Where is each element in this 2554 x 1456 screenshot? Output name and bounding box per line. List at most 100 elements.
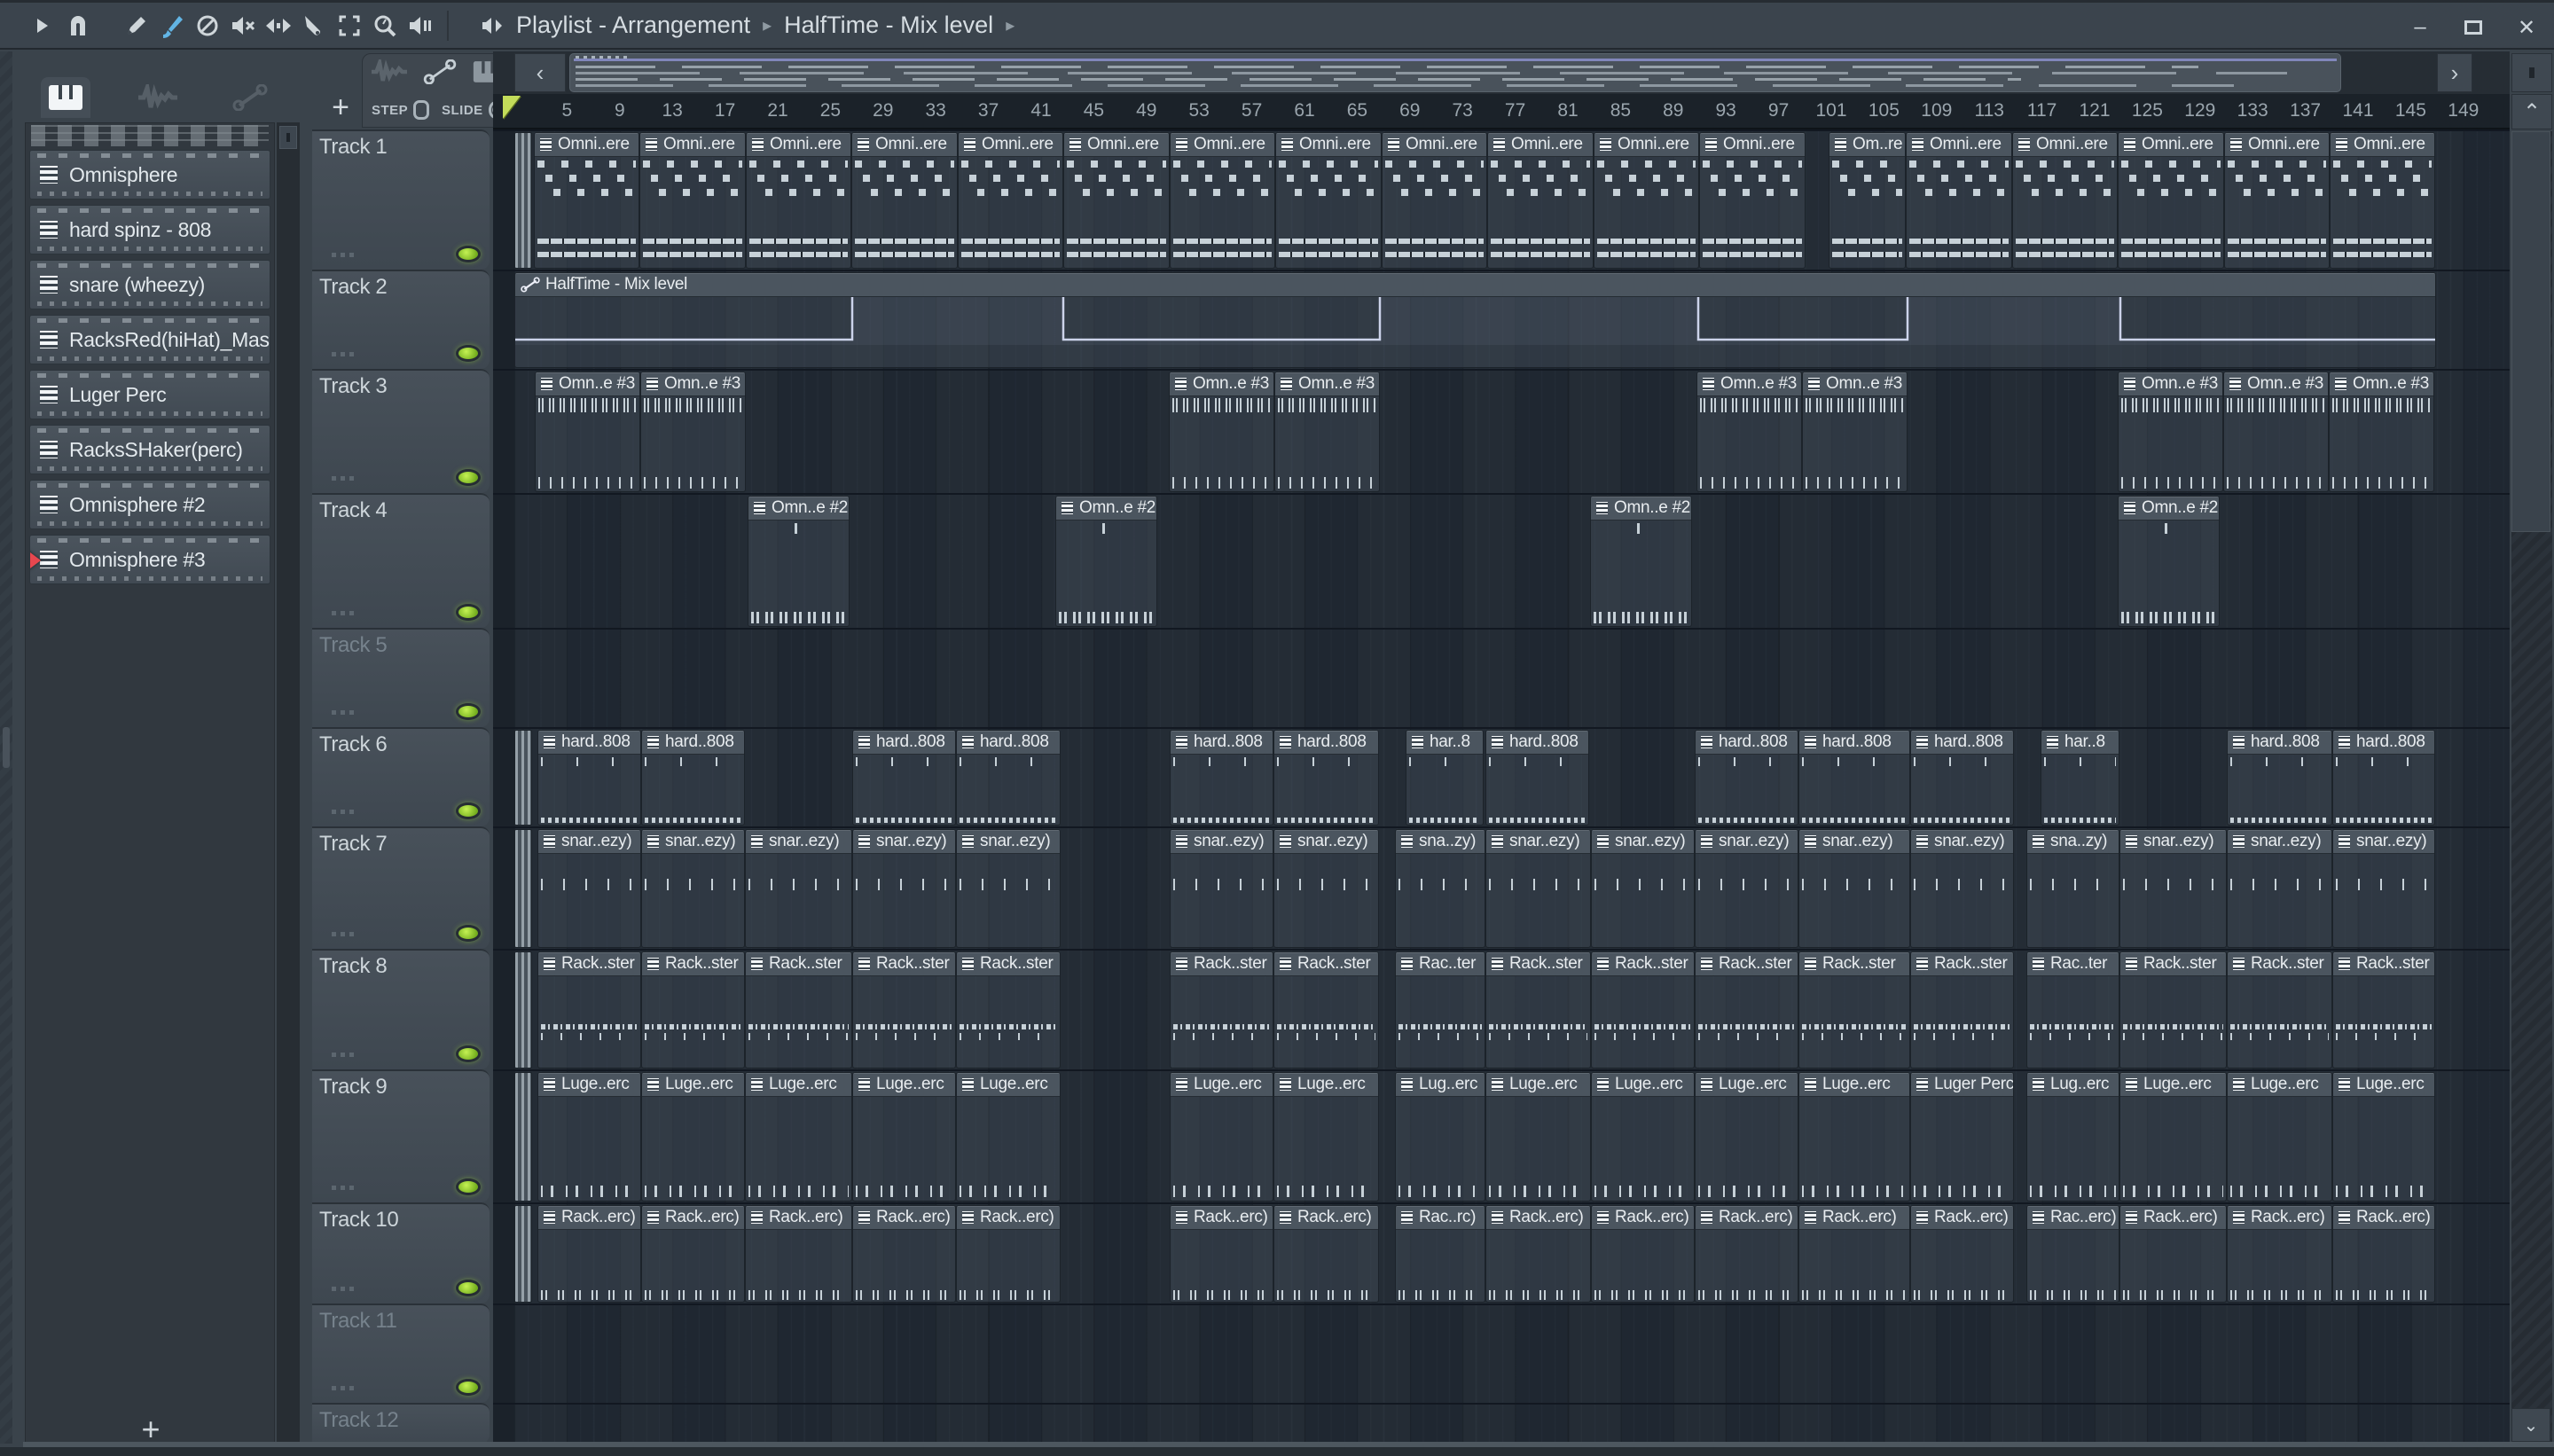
clip-header[interactable]: hard..808	[853, 731, 955, 755]
clip-header[interactable]: Omni..ere	[747, 133, 850, 157]
pattern-clip[interactable]: Omni..ere	[1594, 132, 1699, 269]
clip-header[interactable]: Rack..ster	[1592, 952, 1694, 976]
clip-header[interactable]: snar..ezy)	[1696, 830, 1798, 854]
clip-menu-icon[interactable]	[2031, 956, 2046, 972]
clip-header[interactable]: Luge..erc	[2333, 1073, 2434, 1097]
track-options-dots[interactable]	[332, 352, 358, 356]
track-mute-led[interactable]	[456, 345, 481, 362]
track-header[interactable]: Track 10	[312, 1202, 490, 1303]
clip-menu-icon[interactable]	[542, 734, 557, 750]
pattern-clip[interactable]: sna..zy)	[1395, 829, 1485, 948]
pattern-clip[interactable]: hard..808	[1170, 730, 1273, 826]
pattern-clip[interactable]: Omni..ere	[639, 132, 746, 269]
clip-fragment[interactable]	[514, 1072, 532, 1202]
pattern-clip[interactable]: Luge..erc	[1170, 1072, 1273, 1202]
clip-menu-icon[interactable]	[1806, 376, 1821, 392]
pattern-clip[interactable]: Rack..ster	[1910, 951, 2014, 1069]
clip-menu-icon[interactable]	[1595, 1076, 1610, 1092]
clip-header[interactable]: Rac..rc)	[1396, 1206, 1485, 1230]
track-mute-led[interactable]	[456, 469, 481, 486]
pattern-clip[interactable]: Rack..erc)	[1170, 1205, 1273, 1303]
clip-menu-icon[interactable]	[646, 1076, 661, 1092]
clip-header[interactable]: Rack..ster	[853, 952, 955, 976]
pattern-clip[interactable]: Rack..erc)	[852, 1205, 956, 1303]
clip-header[interactable]: Omn..e #2	[1591, 497, 1691, 521]
pattern-clip[interactable]: Rack..erc)	[1591, 1205, 1695, 1303]
pattern-menu-icon[interactable]	[37, 218, 60, 241]
clip-header[interactable]: snar..ezy)	[957, 830, 1060, 854]
play-icon[interactable]	[25, 8, 60, 43]
clip-menu-icon[interactable]	[1490, 1076, 1505, 1092]
edge-handle[interactable]	[3, 727, 10, 768]
pattern-clip[interactable]: hard..808	[2227, 730, 2332, 826]
clip-header[interactable]: Luger Perc	[1911, 1073, 2013, 1097]
pattern-clip[interactable]: snar..ezy)	[2227, 829, 2332, 948]
pattern-clip[interactable]: Rack..ster	[2332, 951, 2435, 1069]
pattern-clip[interactable]: Omn..e #3	[1274, 372, 1380, 492]
pattern-clip[interactable]: snar..ezy)	[1170, 829, 1273, 948]
clip-menu-icon[interactable]	[1399, 1209, 1414, 1225]
clip-menu-icon[interactable]	[2337, 1209, 2352, 1225]
playhead-marker[interactable]	[503, 96, 521, 119]
scroll-up-button[interactable]: ⌃	[2511, 94, 2552, 129]
clip-header[interactable]: Rack..ster	[642, 952, 744, 976]
clip-header[interactable]: Rack..erc)	[746, 1206, 851, 1230]
track-header[interactable]: Track 3	[312, 369, 490, 493]
clip-menu-icon[interactable]	[1595, 1209, 1610, 1225]
pattern-clip[interactable]: Luge..erc	[852, 1072, 956, 1202]
clip-header[interactable]: hard..808	[2333, 731, 2434, 755]
clip-header[interactable]: Omni..ere	[1700, 133, 1805, 157]
track-mute-led[interactable]	[456, 1178, 481, 1195]
clip-header[interactable]: Rack..erc)	[1486, 1206, 1590, 1230]
clip-menu-icon[interactable]	[644, 137, 659, 153]
clip-header[interactable]: Omni..ere	[1594, 133, 1698, 157]
pattern-menu-icon[interactable]	[37, 328, 60, 351]
clip-header[interactable]: hard..808	[1696, 731, 1798, 755]
clip-header[interactable]: Rack..ster	[2228, 952, 2331, 976]
clip-menu-icon[interactable]	[1060, 500, 1075, 516]
mute-tool-icon[interactable]	[225, 8, 261, 43]
clip-header[interactable]: Rack..erc)	[1274, 1206, 1378, 1230]
clip-header[interactable]: Omni..ere	[852, 133, 957, 157]
breadcrumb-selection[interactable]: HalfTime - Mix level	[784, 12, 993, 39]
clip-menu-icon[interactable]	[1399, 1076, 1414, 1092]
clip-header[interactable]: Rack..ster	[1171, 952, 1273, 976]
piano-icon[interactable]	[41, 77, 90, 118]
clip-header[interactable]: Omn..e #2	[1056, 497, 1156, 521]
clip-menu-icon[interactable]	[1915, 834, 1930, 849]
clip-menu-icon[interactable]	[538, 137, 553, 153]
pattern-clip[interactable]: Omn..e #2	[1590, 496, 1692, 627]
automation-icon[interactable]	[423, 59, 457, 89]
pattern-clip[interactable]: Omn..e #3	[2329, 372, 2434, 492]
clip-header[interactable]: hard..808	[538, 731, 640, 755]
pattern-clip[interactable]: Lug..erc	[1395, 1072, 1485, 1202]
clip-header[interactable]: Rack..erc)	[1696, 1206, 1798, 1230]
pattern-clip[interactable]: hard..808	[1695, 730, 1798, 826]
clip-header[interactable]: snar..ezy)	[2228, 830, 2331, 854]
clip-header[interactable]: Rack..erc)	[853, 1206, 955, 1230]
clip-header[interactable]: Omni..ere	[1064, 133, 1169, 157]
select-tool-icon[interactable]	[332, 8, 367, 43]
pattern-clip[interactable]: Luge..erc	[1485, 1072, 1591, 1202]
clip-header[interactable]: Luge..erc	[1486, 1073, 1590, 1097]
pattern-clip[interactable]: sna..zy)	[2026, 829, 2119, 948]
clip-menu-icon[interactable]	[2124, 834, 2139, 849]
track-options-dots[interactable]	[332, 1186, 358, 1190]
clip-header[interactable]: snar..ezy)	[2333, 830, 2434, 854]
track-options-dots[interactable]	[332, 253, 358, 257]
automation-icon[interactable]	[225, 77, 275, 118]
clip-header[interactable]: hard..808	[957, 731, 1060, 755]
clip-menu-icon[interactable]	[857, 956, 872, 972]
pattern-clip[interactable]: Lug..erc	[2026, 1072, 2119, 1202]
clip-fragment[interactable]	[514, 132, 532, 269]
clip-menu-icon[interactable]	[960, 734, 975, 750]
pattern-clip[interactable]: Omn..e #3	[640, 372, 746, 492]
track-mute-led[interactable]	[456, 1045, 481, 1062]
track-header[interactable]: Track 6	[312, 727, 490, 826]
paint-brush-icon[interactable]	[154, 8, 190, 43]
pattern-menu-icon[interactable]	[37, 163, 60, 186]
pattern-clip[interactable]: Rac..erc)	[2026, 1205, 2119, 1303]
track-lane[interactable]: Omni..ere Omni..ere Omni..ere Omni..ere Omni…	[493, 129, 2510, 270]
clip-menu-icon[interactable]	[749, 834, 764, 849]
pattern-clip[interactable]: Omni..ere	[1170, 132, 1275, 269]
